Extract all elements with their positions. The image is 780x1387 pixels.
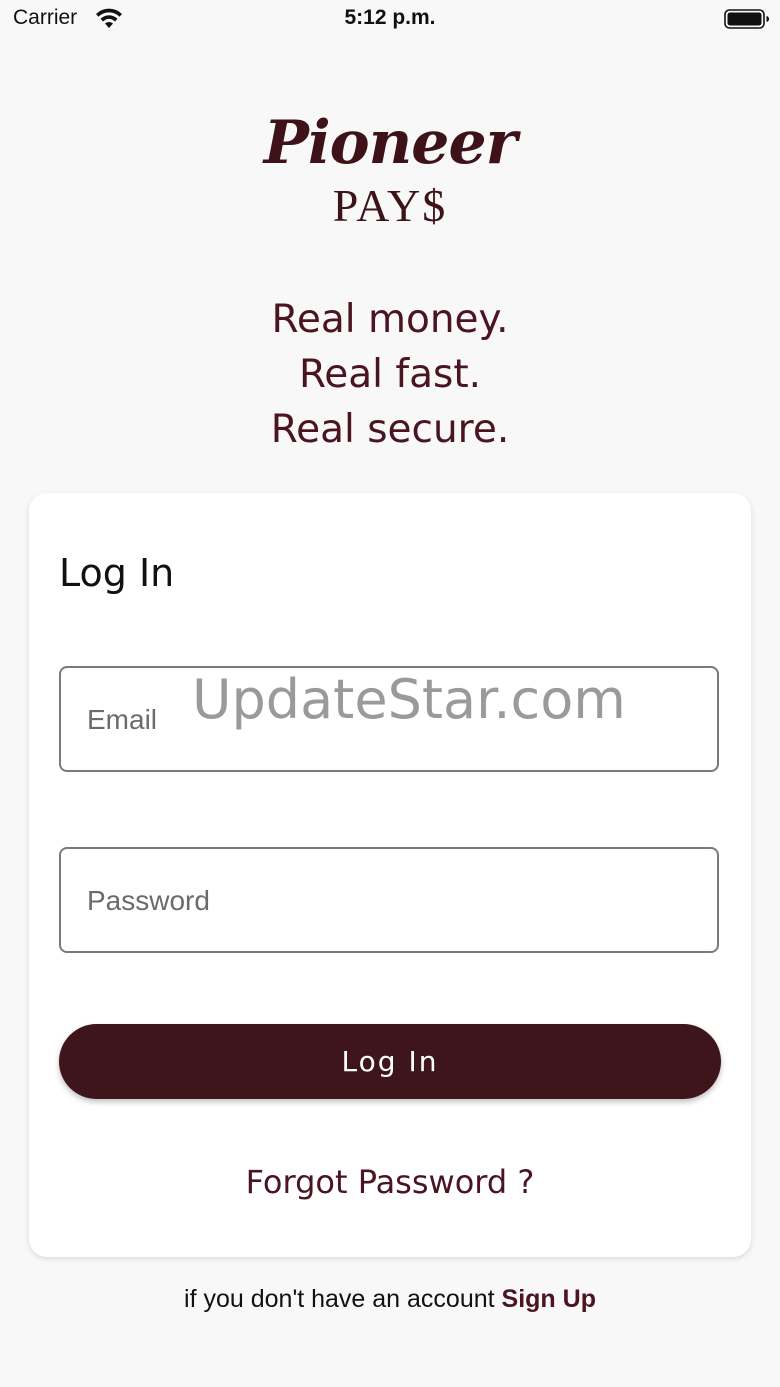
login-title: Log In bbox=[59, 551, 175, 595]
tagline-line-3: Real secure. bbox=[270, 407, 510, 452]
brand-logo: Pioneer PAY$ bbox=[240, 105, 540, 245]
forgot-password-link[interactable]: Forgot Password ? bbox=[29, 1163, 751, 1201]
logo-wordmark-top: Pioneer bbox=[263, 108, 518, 178]
email-field[interactable] bbox=[59, 666, 719, 772]
signup-row: if you don't have an account Sign Up bbox=[0, 1285, 780, 1314]
email-input[interactable] bbox=[85, 668, 689, 772]
battery-full-icon bbox=[724, 9, 770, 29]
tagline-line-1: Real money. bbox=[271, 297, 509, 342]
logo-wordmark-bottom: PAY$ bbox=[332, 180, 448, 231]
tagline-line-2: Real fast. bbox=[298, 352, 482, 397]
password-field[interactable] bbox=[59, 847, 719, 953]
tagline: Real money. Real fast. Real secure. bbox=[0, 292, 780, 457]
password-input[interactable] bbox=[85, 849, 689, 953]
status-bar: Carrier 5:12 p.m. bbox=[0, 0, 780, 44]
login-button[interactable]: Log In bbox=[59, 1024, 721, 1099]
signup-prompt: if you don't have an account bbox=[184, 1285, 502, 1313]
login-card: Log In Log In Forgot Password ? bbox=[29, 493, 751, 1257]
status-time: 5:12 p.m. bbox=[344, 6, 436, 29]
signup-link[interactable]: Sign Up bbox=[502, 1285, 596, 1313]
